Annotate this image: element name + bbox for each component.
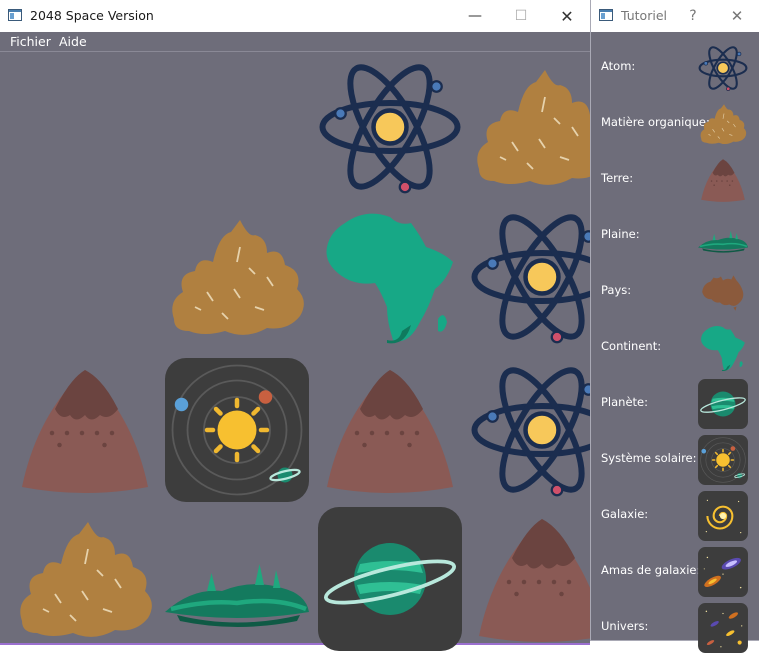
app-window-icon (8, 9, 22, 21)
board-cell (10, 504, 160, 654)
tutorial-item-label: Terre: (601, 171, 634, 185)
board-cell (162, 355, 312, 505)
tutorial-item: Plaine: (591, 208, 759, 264)
board-cell (162, 202, 312, 352)
plain-icon (162, 504, 312, 654)
menu-fichier[interactable]: Fichier (10, 34, 51, 49)
game-board (0, 52, 590, 642)
help-button[interactable]: ? (670, 0, 716, 32)
organic-matter-icon (697, 98, 749, 150)
galaxy-icon (697, 490, 749, 542)
board-cell (162, 504, 312, 654)
tutorial-item: Planète: (591, 376, 759, 432)
tutorial-titlebar[interactable]: Tutoriel ? ✕ (591, 0, 759, 32)
board-cell (315, 504, 465, 654)
tutorial-item: Matière organique: (591, 96, 759, 152)
tutorial-item-label: Univers: (601, 619, 649, 633)
board-cell (315, 355, 465, 505)
tutorial-item: Terre: (591, 152, 759, 208)
atom-icon (697, 42, 749, 94)
tutorial-window: Tutoriel ? ✕ Atom: Matière organique: Terr… (590, 0, 759, 641)
board-cell (315, 52, 465, 202)
earth-icon (697, 154, 749, 206)
tutorial-window-title: Tutoriel (621, 8, 667, 23)
tutorial-item-label: Pays: (601, 283, 632, 297)
tutorial-item: Galaxie: (591, 488, 759, 544)
tutorial-item-label: Atom: (601, 59, 636, 73)
tutorial-item: Atom: (591, 40, 759, 96)
tutorial-item-label: Galaxie: (601, 507, 649, 521)
main-window: 2048 Space Version — ☐ ✕ Fichier Aide (0, 0, 590, 645)
tutorial-window-icon (599, 9, 613, 21)
tutorial-item: Amas de galaxie: (591, 544, 759, 600)
tutorial-item: Continent: (591, 320, 759, 376)
main-titlebar[interactable]: 2048 Space Version — ☐ ✕ (0, 0, 590, 32)
menubar: Fichier Aide (0, 32, 590, 52)
board-cell (10, 202, 160, 352)
board-cell (10, 355, 160, 505)
tutorial-item-label: Plaine: (601, 227, 640, 241)
earth-icon (10, 355, 160, 505)
tutorial-item: Système solaire: (591, 432, 759, 488)
tutorial-item-label: Amas de galaxie: (601, 563, 701, 577)
atom-icon (315, 52, 465, 202)
tutorial-item: Pays: (591, 264, 759, 320)
solar-system-icon (697, 434, 749, 486)
board-cell (162, 52, 312, 202)
plain-icon (697, 210, 749, 262)
board-cell (10, 52, 160, 202)
menu-aide[interactable]: Aide (59, 34, 87, 49)
tutorial-item-label: Continent: (601, 339, 662, 353)
main-window-title: 2048 Space Version (30, 8, 154, 23)
earth-icon (315, 355, 465, 505)
minimize-button[interactable]: — (452, 0, 498, 32)
planet-icon (315, 504, 465, 654)
planet-icon (697, 378, 749, 430)
continent-icon (315, 202, 465, 352)
continent-icon (697, 322, 749, 374)
solar-system-icon (162, 355, 312, 505)
tutorial-item-label: Système solaire: (601, 451, 697, 465)
galaxy-cluster-icon (697, 546, 749, 598)
organic-matter-icon (162, 202, 312, 352)
tutorial-item: Univers: (591, 600, 759, 656)
universe-icon (697, 602, 749, 654)
close-button[interactable]: ✕ (544, 0, 590, 32)
board-cell (315, 202, 465, 352)
organic-matter-icon (10, 504, 160, 654)
tutorial-close-button[interactable]: ✕ (714, 0, 759, 32)
tutorial-item-label: Planète: (601, 395, 648, 409)
country-icon (697, 266, 749, 318)
maximize-button[interactable]: ☐ (498, 0, 544, 32)
tutorial-item-label: Matière organique: (601, 115, 710, 129)
